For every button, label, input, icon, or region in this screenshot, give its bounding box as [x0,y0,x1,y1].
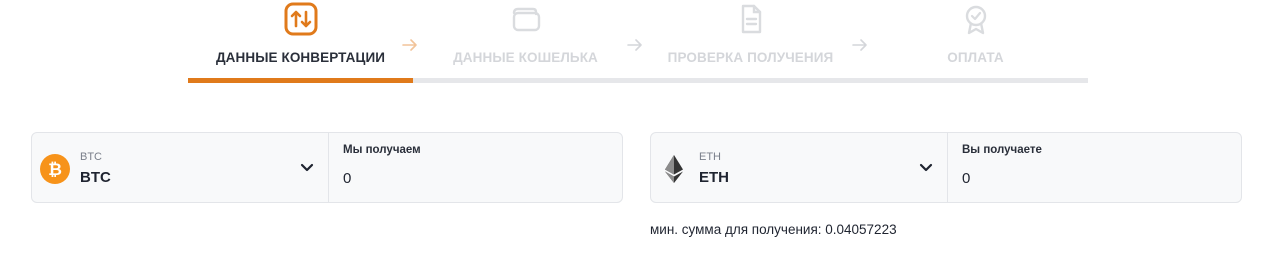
exchange-arrows-icon [284,2,317,36]
step-label: ПРОВЕРКА ПОЛУЧЕНИЯ [667,50,834,65]
step-payment[interactable]: ОПЛАТА [863,0,1088,84]
receive-currency-code: ETH [699,151,721,163]
svg-text:₿: ₿ [48,160,62,180]
receive-currency-name: ETH [699,169,729,186]
award-badge-icon [965,5,986,35]
receive-amount-field[interactable]: Вы получаете 0 [948,133,1241,202]
bitcoin-icon: ₿ [40,154,70,184]
step-label: ДАННЫЕ КОШЕЛЬКА [453,50,598,65]
receive-currency-card: ETH ETH Вы получаете 0 [650,132,1242,203]
ethereum-icon [665,155,683,183]
send-amount-label: Мы получаем [343,144,421,156]
receive-amount-input[interactable]: 0 [962,170,970,187]
min-amount-note: мин. сумма для получения: 0.04057223 [650,222,897,237]
send-currency-code: BTC [80,151,102,163]
chevron-down-icon[interactable] [919,163,933,173]
send-currency-card: ₿ BTC BTC Мы получаем 0 [31,132,623,203]
document-icon [741,4,761,34]
wallet-icon [512,7,540,32]
step-label: ОПЛАТА [947,50,1004,65]
step-conversion-data[interactable]: ДАННЫЕ КОНВЕРТАЦИИ [188,0,413,84]
receive-amount-label: Вы получаете [962,144,1042,156]
conversion-steps: ДАННЫЕ КОНВЕРТАЦИИ ДАННЫЕ КОШЕЛЬКА ПРОВЕ… [188,0,1088,84]
step-wallet-data[interactable]: ДАННЫЕ КОШЕЛЬКА [413,0,638,84]
send-amount-input[interactable]: 0 [343,170,351,187]
chevron-down-icon[interactable] [300,163,314,173]
step-label: ДАННЫЕ КОНВЕРТАЦИИ [215,50,386,65]
receive-currency-select[interactable]: ETH ETH [651,133,948,202]
send-currency-name: BTC [80,169,111,186]
steps-progress-fill [188,78,413,83]
steps-progress-bar [188,78,1088,83]
step-receipt-check[interactable]: ПРОВЕРКА ПОЛУЧЕНИЯ [638,0,863,84]
send-amount-field[interactable]: Мы получаем 0 [329,133,622,202]
send-currency-select[interactable]: ₿ BTC BTC [32,133,329,202]
